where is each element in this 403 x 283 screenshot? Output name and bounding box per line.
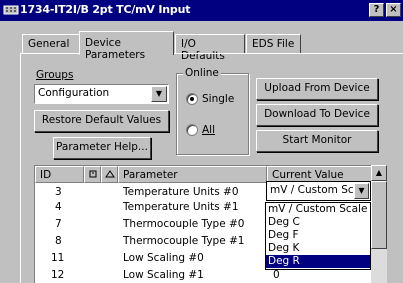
radio-selected-dot [190,97,194,101]
scroll-thumb[interactable] [371,181,387,249]
tab-strip: General Device Parameters I/O Defaults E… [0,31,403,62]
tab-io-defaults[interactable]: I/O Defaults [175,34,245,62]
row-parameter[interactable]: Thermocouple Type #1 [123,235,244,247]
radio-all-label: All [202,124,216,136]
current-value-text: mV / Custom Sca [270,184,361,196]
download-to-device-button[interactable]: Download To Device [256,104,378,126]
app-icon [3,5,19,15]
parameter-help-button[interactable]: Parameter Help... [53,137,151,159]
dropdown-option[interactable]: mV / Custom Scale [266,203,370,216]
header-access-icon [84,166,101,183]
tab-general[interactable]: General [22,34,80,54]
groups-select[interactable]: Configuration ▼ [34,84,169,104]
tab-device-parameters[interactable]: Device Parameters [79,31,174,61]
start-monitor-button[interactable]: Start Monitor [256,130,378,152]
header-status-icon [101,166,118,183]
row-id: 4 [55,201,62,213]
title-bar: 1734-IT2I/B 2pt TC/mV Input ? × [0,0,403,21]
scroll-up-icon[interactable]: ▲ [371,165,387,181]
row-id: 8 [55,235,62,247]
help-button[interactable]: ? [369,3,384,17]
row-parameter[interactable]: Temperature Units #0 [123,186,239,198]
tab-eds-file[interactable]: EDS File [246,34,301,54]
chevron-down-icon[interactable]: ▼ [151,86,167,102]
current-value-select[interactable]: mV / Custom Sca ▼ [266,181,371,201]
row-id: 7 [55,218,62,230]
row-parameter[interactable]: Thermocouple Type #0 [123,218,244,230]
row-parameter[interactable]: Low Scaling #1 [123,269,204,281]
row-parameter[interactable]: Temperature Units #1 [123,201,239,213]
radio-single-label: Single [202,93,235,105]
row-id: 12 [51,269,65,281]
header-id[interactable]: ID [35,166,84,183]
value-dropdown-list: mV / Custom Scale Deg C Deg F Deg K Deg … [265,202,371,270]
dropdown-option[interactable]: Deg F [266,229,370,242]
dropdown-option[interactable]: Deg C [266,216,370,229]
row-id: 3 [55,186,62,198]
row-value[interactable]: 0 [273,269,280,281]
row-id: 11 [51,252,65,264]
chevron-down-icon[interactable]: ▼ [354,183,369,199]
row-parameter[interactable]: Low Scaling #0 [123,252,204,264]
groups-selected-value: Configuration [38,87,110,99]
radio-all[interactable] [186,124,198,136]
dropdown-option[interactable]: Deg K [266,242,370,255]
header-parameter[interactable]: Parameter [118,166,267,183]
restore-defaults-button[interactable]: Restore Default Values [34,110,169,132]
close-button[interactable]: × [386,3,401,17]
upload-from-device-button[interactable]: Upload From Device [256,78,378,100]
window-title: 1734-IT2I/B 2pt TC/mV Input [20,3,191,16]
dropdown-option-highlighted[interactable]: Deg R [266,255,370,268]
online-groupbox: Online [176,67,249,155]
groups-label: Groups [36,69,74,81]
vertical-scrollbar[interactable]: ▲ [371,165,387,283]
radio-single[interactable] [186,93,198,105]
online-label: Online [183,67,221,79]
